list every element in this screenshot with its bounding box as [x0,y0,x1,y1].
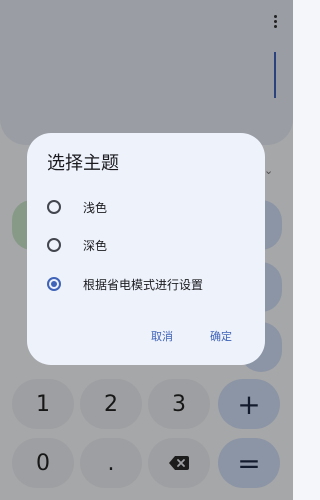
confirm-button[interactable]: 确定 [208,326,234,346]
option-light[interactable]: 浅色 [47,194,257,220]
cancel-button[interactable]: 取消 [149,326,175,346]
option-label: 深色 [83,238,108,253]
dialog-title: 选择主题 [47,153,119,174]
radio-checked-icon[interactable] [47,277,61,291]
radio-unchecked-icon[interactable] [47,238,61,252]
theme-dialog: 选择主题 浅色 深色 根据省电模式进行设置 取消 确定 [27,133,265,365]
option-battery-saver[interactable]: 根据省电模式进行设置 [47,271,257,297]
option-dark[interactable]: 深色 [47,232,257,258]
radio-unchecked-icon[interactable] [47,200,61,214]
option-label: 浅色 [83,200,108,215]
option-label: 根据省电模式进行设置 [83,277,204,292]
